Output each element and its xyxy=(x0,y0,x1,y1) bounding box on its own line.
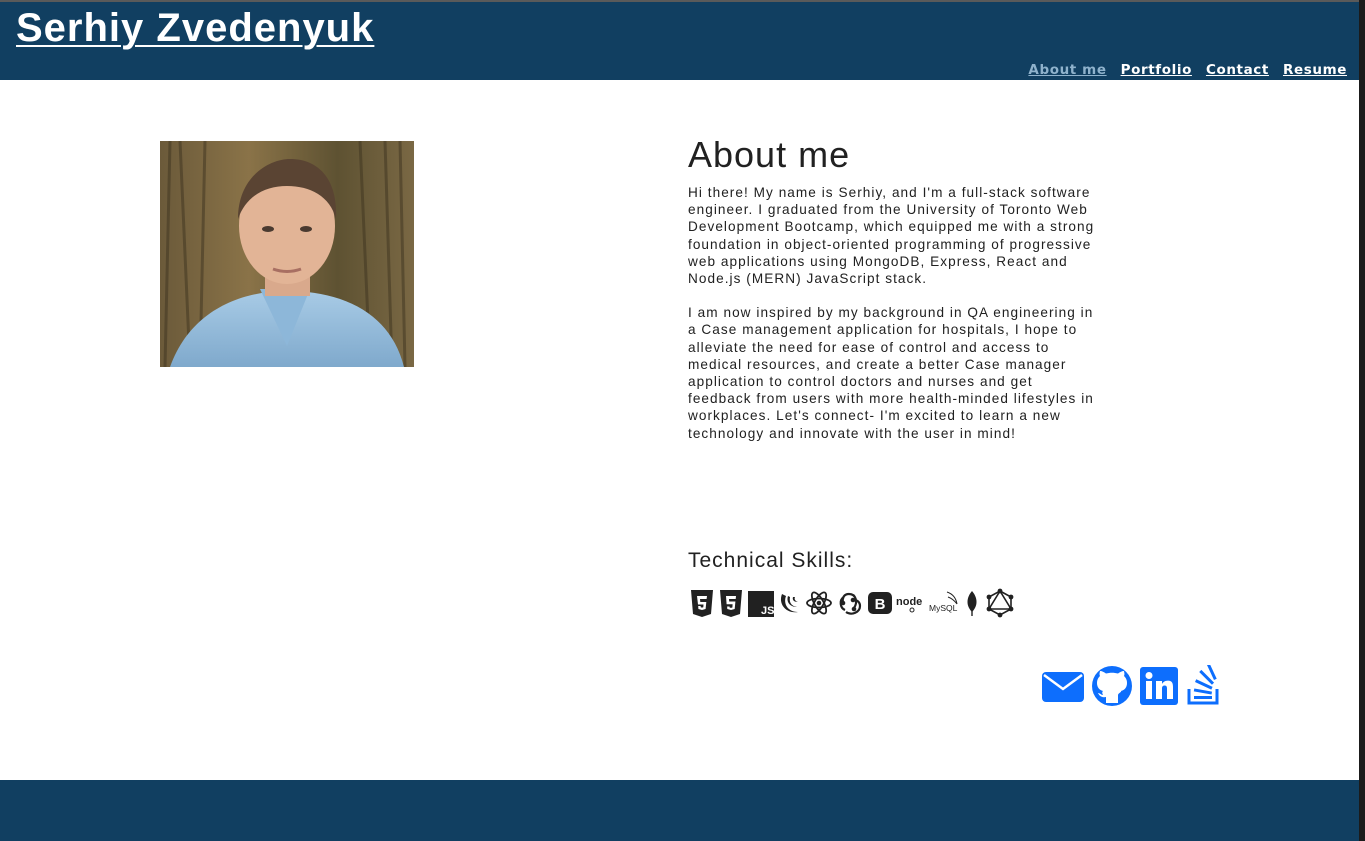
skills-icons: JS B node MySQL xyxy=(689,588,1015,618)
social-links xyxy=(1041,662,1223,712)
about-section: About me Hi there! My name is Serhiy, an… xyxy=(688,135,1108,442)
github-icon[interactable] xyxy=(1091,665,1133,712)
html5-icon xyxy=(689,588,715,618)
redux-icon xyxy=(836,588,864,618)
bootstrap-icon: B xyxy=(867,588,893,618)
main-nav: About me Portfolio Contact Resume xyxy=(1028,62,1347,78)
about-heading: About me xyxy=(688,134,851,175)
window-edge xyxy=(1359,0,1365,841)
mysql-icon: MySQL xyxy=(929,588,959,618)
mongodb-icon xyxy=(962,588,982,618)
nodejs-icon: node xyxy=(896,588,926,618)
mysql-icon-text: MySQL xyxy=(929,603,958,613)
jquery-icon xyxy=(778,588,802,618)
about-paragraph-2: I am now inspired by my background in QA… xyxy=(688,305,1094,441)
about-paragraph-1: Hi there! My name is Serhiy, and I'm a f… xyxy=(688,185,1095,287)
email-icon[interactable] xyxy=(1041,669,1085,708)
javascript-icon: JS xyxy=(747,588,775,618)
nav-resume[interactable]: Resume xyxy=(1283,62,1347,78)
linkedin-icon[interactable] xyxy=(1139,666,1179,711)
bootstrap-icon-text: B xyxy=(875,596,886,613)
react-icon xyxy=(805,588,833,618)
nav-portfolio[interactable]: Portfolio xyxy=(1121,62,1192,78)
skills-title: Technical Skills: xyxy=(688,549,854,572)
site-title-link[interactable]: Serhiy Zvedenyuk xyxy=(16,6,374,51)
css3-icon xyxy=(718,588,744,618)
nav-about-me[interactable]: About me xyxy=(1028,62,1106,78)
site-footer xyxy=(0,780,1359,841)
nav-contact[interactable]: Contact xyxy=(1206,62,1269,78)
profile-photo xyxy=(160,141,414,367)
graphql-icon xyxy=(985,588,1015,618)
site-header: Serhiy Zvedenyuk About me Portfolio Cont… xyxy=(0,2,1359,80)
page: Serhiy Zvedenyuk About me Portfolio Cont… xyxy=(0,0,1359,841)
stackoverflow-icon[interactable] xyxy=(1185,662,1223,712)
javascript-icon-text: JS xyxy=(761,605,774,617)
nodejs-icon-text: node xyxy=(896,596,922,608)
